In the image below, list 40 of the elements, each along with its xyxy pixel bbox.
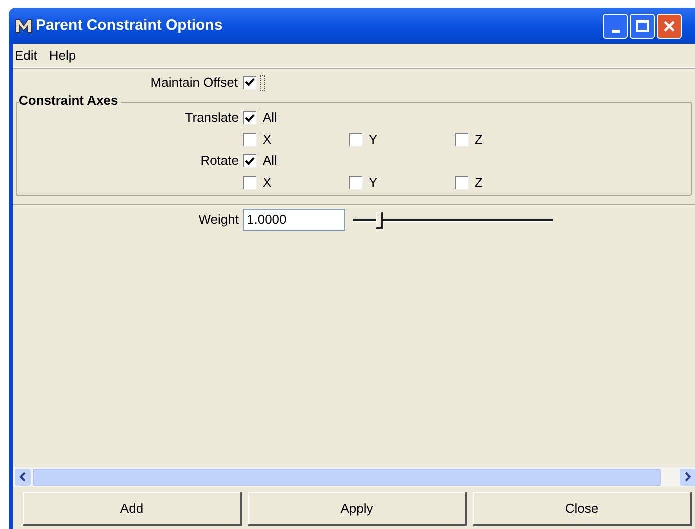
checkbox-label: Y [369,130,378,149]
checkbox[interactable] [243,111,257,125]
dialog-button[interactable]: Add [23,492,242,526]
checkbox-label: Z [475,174,483,192]
menu-item[interactable]: Edit [15,46,38,66]
close-icon [663,20,676,32]
maximize-button[interactable] [630,14,655,38]
dialog-button[interactable]: Close [473,492,692,526]
app-logo-icon [15,18,33,34]
checkbox-label: All [263,152,278,170]
scroll-thumb[interactable] [32,468,662,486]
group-title: Constraint Axes [19,94,122,107]
scroll-left-icon[interactable] [15,468,31,486]
checkbox[interactable] [349,132,363,146]
scroll-right-icon[interactable] [680,468,695,486]
checkbox[interactable] [243,76,257,90]
option-label: Maintain Offset [150,74,239,92]
window-title: Parent Constraint Options [36,16,223,36]
weight-field[interactable]: 1.0000 [243,208,345,230]
checkbox-label: Y [369,174,378,192]
checkbox[interactable] [243,176,257,190]
checkbox-label: X [263,174,272,192]
checkbox[interactable] [243,154,257,168]
minimize-button[interactable] [603,14,628,38]
slider-thumb[interactable] [376,212,383,228]
checkbox[interactable] [243,132,257,146]
checkbox-label: X [263,130,272,149]
checkbox[interactable] [455,132,469,146]
axis-group-label: Translate [184,109,240,128]
weight-label: Weight [198,210,240,229]
dialog-button[interactable]: Apply [248,492,467,526]
checkbox-label: All [263,109,278,128]
horizontal-scrollbar[interactable] [13,467,695,487]
checkbox-label: Z [475,130,483,149]
weight-slider[interactable] [353,210,553,230]
axis-group-label: Rotate [200,152,240,170]
close-button[interactable] [657,14,682,38]
checkbox[interactable] [455,176,469,190]
menu-item[interactable]: Help [49,46,76,66]
checkbox[interactable] [349,176,363,190]
